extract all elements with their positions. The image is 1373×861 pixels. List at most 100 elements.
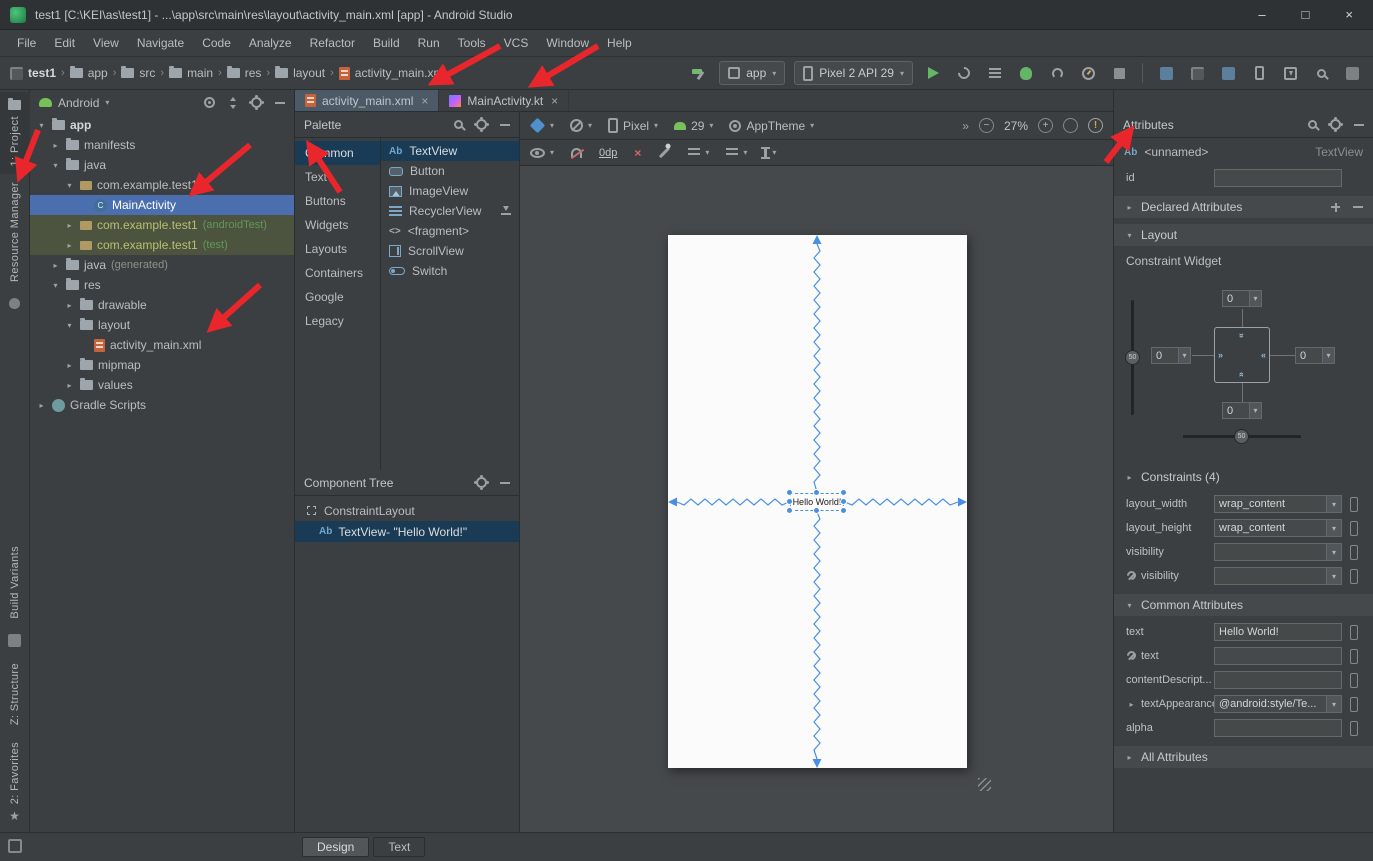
expand-arrow-icon[interactable] bbox=[64, 181, 75, 190]
resource-picker-icon[interactable] bbox=[1350, 497, 1358, 512]
expand-arrow-icon[interactable] bbox=[36, 401, 47, 410]
tools-text-input[interactable] bbox=[1214, 647, 1342, 665]
breadcrumb-app[interactable]: app bbox=[70, 66, 108, 80]
tool-window-project[interactable]: 1: Project bbox=[0, 92, 30, 174]
tree-row-activity-main-xml[interactable]: activity_main.xml bbox=[30, 335, 294, 355]
margin-top-select[interactable] bbox=[1222, 290, 1262, 307]
menu-view[interactable]: View bbox=[84, 33, 128, 53]
text-appearance-select[interactable] bbox=[1214, 695, 1342, 713]
palette-item-recyclerview[interactable]: RecyclerView bbox=[381, 201, 519, 221]
theme-select[interactable]: AppTheme bbox=[729, 119, 814, 133]
run-button[interactable] bbox=[922, 62, 944, 84]
tree-row-app[interactable]: app bbox=[30, 115, 294, 135]
tree-row-package-androidtest[interactable]: com.example.test1(androidTest) bbox=[30, 215, 294, 235]
search-icon[interactable] bbox=[1308, 120, 1317, 129]
run-configuration-select[interactable]: app bbox=[719, 61, 785, 85]
collapse-all-icon[interactable] bbox=[228, 97, 238, 109]
constraint-widget[interactable]: 50 » « » « 50 bbox=[1122, 270, 1365, 460]
breadcrumb-layout[interactable]: layout bbox=[275, 66, 325, 80]
chevron-down-icon[interactable] bbox=[1249, 291, 1261, 306]
component-textview[interactable]: AbTextView- "Hello World!" bbox=[295, 521, 519, 542]
section-all-attributes[interactable]: All Attributes bbox=[1114, 746, 1373, 768]
default-margin-select[interactable]: 0dp bbox=[599, 147, 617, 159]
guidelines-select[interactable] bbox=[764, 147, 776, 159]
clear-constraints-button[interactable] bbox=[634, 147, 641, 159]
constraint-anchor-left[interactable] bbox=[786, 498, 793, 505]
toolbar-overflow[interactable]: » bbox=[962, 119, 969, 133]
menu-tools[interactable]: Tools bbox=[449, 33, 495, 53]
expand-arrow-icon[interactable] bbox=[1124, 601, 1135, 610]
hide-panel-icon[interactable] bbox=[500, 482, 510, 484]
tree-row-drawable[interactable]: drawable bbox=[30, 295, 294, 315]
gear-icon[interactable] bbox=[476, 477, 487, 488]
horizontal-bias-knob[interactable]: 50 bbox=[1234, 429, 1249, 444]
layout-inspector-button[interactable] bbox=[1186, 62, 1208, 84]
align-select[interactable] bbox=[726, 148, 747, 158]
resize-handle[interactable] bbox=[786, 507, 793, 514]
section-common-attributes[interactable]: Common Attributes bbox=[1114, 594, 1373, 616]
breadcrumb-project[interactable]: test1 bbox=[10, 66, 56, 80]
device-select[interactable]: Pixel 2 API 29 bbox=[794, 61, 913, 85]
resource-picker-icon[interactable] bbox=[1350, 721, 1358, 736]
tree-row-mipmap[interactable]: mipmap bbox=[30, 355, 294, 375]
canvas-resize-grip[interactable] bbox=[978, 778, 991, 791]
menu-navigate[interactable]: Navigate bbox=[128, 33, 193, 53]
tree-row-gradle-scripts[interactable]: Gradle Scripts bbox=[30, 395, 294, 415]
profile-button[interactable] bbox=[1077, 62, 1099, 84]
layout-height-select[interactable] bbox=[1214, 519, 1342, 537]
sdk-manager-button[interactable] bbox=[1279, 62, 1301, 84]
palette-item-scrollview[interactable]: ScrollView bbox=[381, 241, 519, 261]
palette-category-common[interactable]: Common bbox=[295, 141, 380, 165]
constraint-anchor-top[interactable] bbox=[813, 489, 820, 496]
debug-button[interactable] bbox=[1015, 62, 1037, 84]
tree-row-manifests[interactable]: manifests bbox=[30, 135, 294, 155]
maximize-button[interactable]: □ bbox=[1302, 7, 1310, 22]
tree-row-package[interactable]: com.example.test1 bbox=[30, 175, 294, 195]
chevron-down-icon[interactable] bbox=[1178, 348, 1190, 363]
resize-handle[interactable] bbox=[840, 507, 847, 514]
chevron-down-icon[interactable] bbox=[1326, 568, 1341, 584]
tree-row-layout[interactable]: layout bbox=[30, 315, 294, 335]
menu-window[interactable]: Window bbox=[537, 33, 598, 53]
expand-arrow-icon[interactable] bbox=[50, 161, 61, 170]
add-attribute-icon[interactable] bbox=[1331, 203, 1340, 212]
stop-button[interactable] bbox=[1108, 62, 1130, 84]
expand-arrow-icon[interactable] bbox=[64, 221, 75, 230]
tree-row-values[interactable]: values bbox=[30, 375, 294, 395]
vertical-bias-knob[interactable]: 50 bbox=[1125, 350, 1140, 365]
close-tab-icon[interactable]: × bbox=[551, 94, 558, 108]
chevron-down-icon[interactable] bbox=[1326, 696, 1341, 712]
tool-window-switcher-icon[interactable] bbox=[8, 839, 22, 853]
expand-arrow-icon[interactable] bbox=[1124, 473, 1135, 482]
resource-picker-icon[interactable] bbox=[1350, 569, 1358, 584]
expand-arrow-icon[interactable] bbox=[36, 121, 47, 130]
palette-category-buttons[interactable]: Buttons bbox=[295, 189, 380, 213]
design-canvas[interactable]: Hello World! bbox=[520, 166, 1113, 832]
expand-arrow-icon[interactable] bbox=[50, 261, 61, 270]
expand-arrow-icon[interactable] bbox=[1124, 203, 1135, 212]
sync-gradle-button[interactable] bbox=[1155, 62, 1177, 84]
search-icon[interactable] bbox=[454, 120, 463, 129]
search-everywhere-button[interactable] bbox=[1310, 62, 1332, 84]
project-view-select[interactable]: Android bbox=[58, 96, 99, 110]
constraint-widget-box[interactable]: » « » « bbox=[1214, 327, 1270, 383]
tree-row-mainactivity[interactable]: CMainActivity bbox=[30, 195, 294, 215]
notifications-button[interactable] bbox=[1341, 62, 1363, 84]
expand-arrow-icon[interactable] bbox=[1124, 231, 1135, 240]
build-hammer-button[interactable] bbox=[688, 62, 710, 84]
palette-category-text[interactable]: Text bbox=[295, 165, 380, 189]
palette-category-containers[interactable]: Containers bbox=[295, 261, 380, 285]
chevron-down-icon[interactable] bbox=[1326, 520, 1341, 536]
tree-row-java[interactable]: java bbox=[30, 155, 294, 175]
palette-item-fragment[interactable]: <><fragment> bbox=[381, 221, 519, 241]
palette-item-textview[interactable]: AbTextView bbox=[381, 141, 519, 161]
hide-panel-icon[interactable] bbox=[275, 102, 285, 104]
autoconnect-toggle[interactable] bbox=[571, 148, 582, 158]
hide-panel-icon[interactable] bbox=[1354, 124, 1364, 126]
margin-right-select[interactable] bbox=[1295, 347, 1335, 364]
expand-arrow-icon[interactable] bbox=[1126, 700, 1137, 709]
zoom-in-button[interactable]: + bbox=[1038, 118, 1053, 133]
palette-item-switch[interactable]: Switch bbox=[381, 261, 519, 281]
expand-arrow-icon[interactable] bbox=[50, 281, 61, 290]
breadcrumb-res[interactable]: res bbox=[227, 66, 262, 80]
